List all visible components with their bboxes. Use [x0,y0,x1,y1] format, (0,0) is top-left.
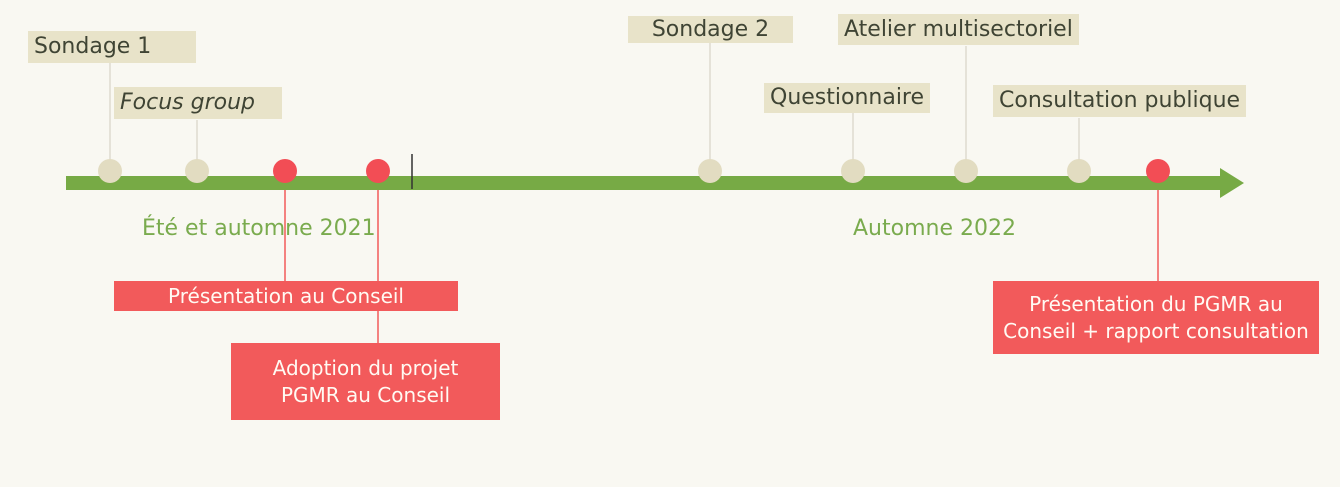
axis-start-tick [66,176,68,190]
marker-presentation-conseil [273,159,297,183]
period-ete-automne-2021: Été et automne 2021 [142,216,376,241]
label-atelier-multisectoriel: Atelier multisectoriel [838,14,1079,45]
label-presentation-pgmr-text: Présentation du PGMR au Conseil + rappor… [1003,291,1309,343]
timeline-lines [66,42,1244,343]
label-adoption-line-1: Adoption du projet PGMR au Conseil [272,355,459,407]
label-consultation-publique: Consultation publique [993,85,1247,117]
period-automne-2022: Automne 2022 [853,216,1016,241]
marker-consultation [1067,159,1091,183]
marker-sondage-2 [698,159,722,183]
marker-sondage-1 [98,159,122,183]
label-sondage-1: Sondage 1 [28,31,196,63]
timeline-diagram: Sondage 1 Focus group Sondage 2 Question… [0,0,1340,487]
label-sondage-2: Sondage 2 [628,16,793,43]
marker-atelier [954,159,978,183]
marker-focus-group [185,159,209,183]
label-presentation-pgmr: Présentation du PGMR au Conseil + rappor… [993,281,1319,354]
label-focus-group: Focus group [114,87,282,119]
timeline-arrowhead [1220,168,1244,198]
label-presentation-conseil: Présentation au Conseil [114,281,458,311]
label-questionnaire: Questionnaire [764,83,931,113]
label-adoption-projet: Adoption du projet PGMR au Conseil [231,343,500,420]
marker-questionnaire [841,159,865,183]
marker-adoption-projet [366,159,390,183]
timeline-axis [68,176,1226,190]
marker-presentation-pgmr [1146,159,1170,183]
